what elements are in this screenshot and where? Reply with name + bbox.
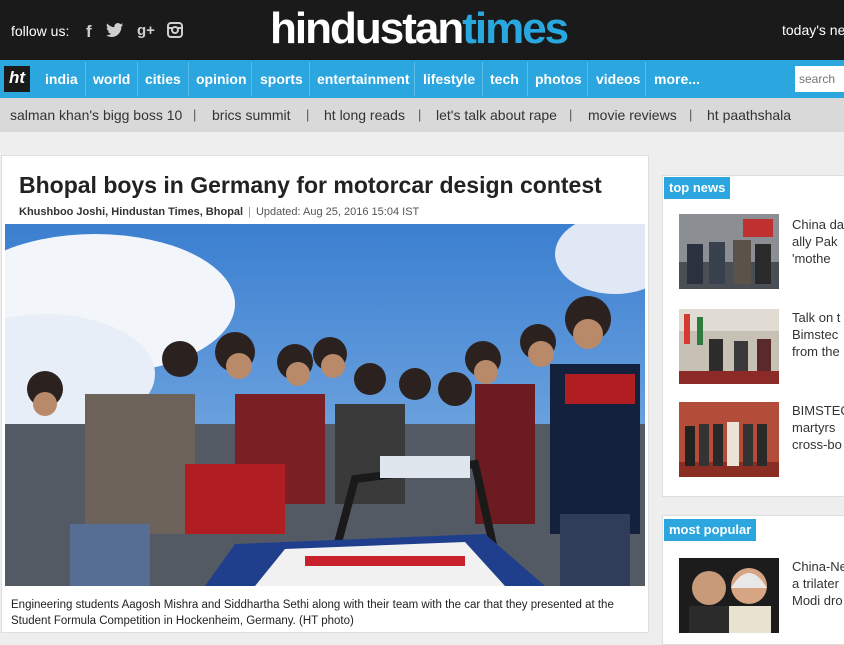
headline-line: a trilater (792, 576, 839, 591)
trending-link[interactable]: ht long reads (324, 107, 405, 123)
article-headline: Bhopal boys in Germany for motorcar desi… (19, 172, 602, 198)
headline-line: Bimstec (792, 327, 839, 342)
nav-item-world[interactable]: world (93, 71, 130, 87)
trending-link[interactable]: movie reviews (588, 107, 677, 123)
updated-timestamp: Updated: Aug 25, 2016 15:04 IST (255, 206, 420, 218)
top-news-headline[interactable]: BIMSTEC martyrs cross-bo (792, 402, 844, 453)
top-news-thumb[interactable] (679, 402, 779, 477)
headline-line: China da (792, 217, 844, 232)
nav-item-photos[interactable]: photos (535, 71, 582, 87)
trending-divider: | (306, 107, 310, 122)
trending-link[interactable]: salman khan's bigg boss 10 (10, 107, 182, 123)
top-news-headline[interactable]: Talk on t Bimstec from the (792, 309, 844, 360)
google-plus-icon[interactable]: g+ (137, 22, 155, 39)
trending-divider: | (569, 107, 573, 122)
nav-divider (251, 62, 252, 96)
article-photo (5, 224, 645, 586)
most-popular-thumb[interactable] (679, 558, 779, 633)
follow-us-label: follow us: (11, 23, 70, 39)
nav-divider (137, 62, 138, 96)
trending-link[interactable]: let's talk about rape (436, 107, 557, 123)
site-logo[interactable]: hindustantimes (270, 4, 569, 54)
nav-divider (527, 62, 528, 96)
top-news-title[interactable]: top news (664, 177, 731, 199)
headline-line: 'mothe (792, 251, 831, 266)
nav-divider (188, 62, 189, 96)
trending-divider: | (193, 107, 197, 122)
nav-item-sports[interactable]: sports (260, 71, 303, 87)
nav-divider (309, 62, 310, 96)
trending-link[interactable]: ht paathshala (707, 107, 791, 123)
top-news-headline[interactable]: China da ally Pak 'mothe (792, 216, 844, 267)
nav-item-more[interactable]: more... (654, 71, 700, 87)
most-popular-title[interactable]: most popular (664, 519, 757, 541)
headline-line: Talk on t (792, 310, 841, 325)
headline-line: China-Ne (792, 559, 844, 574)
nav-divider (645, 62, 646, 96)
facebook-icon[interactable]: f (86, 22, 92, 42)
most-popular-headline[interactable]: China-Ne a trilater Modi dro (792, 558, 844, 609)
headline-line: martyrs (792, 420, 836, 435)
nav-divider (482, 62, 483, 96)
headline-line: from the (792, 344, 840, 359)
home-button[interactable]: ht (4, 66, 30, 92)
trending-divider: | (418, 107, 422, 122)
headline-line: cross-bo (792, 437, 842, 452)
logo-text-hindustan: hindustan (270, 4, 464, 53)
headline-line: ally Pak (792, 234, 838, 249)
nav-divider (85, 62, 86, 96)
nav-item-videos[interactable]: videos (596, 71, 640, 87)
nav-item-lifestyle[interactable]: lifestyle (423, 71, 475, 87)
byline-divider: | (248, 206, 251, 218)
nav-item-cities[interactable]: cities (145, 71, 181, 87)
headline-line: Modi dro (792, 593, 843, 608)
top-news-thumb[interactable] (679, 214, 779, 289)
photo-caption: Engineering students Aagosh Mishra and S… (11, 599, 614, 627)
search-input[interactable] (795, 66, 844, 92)
trending-divider: | (689, 107, 693, 122)
nav-item-tech[interactable]: tech (490, 71, 519, 87)
logo-text-times: times (462, 4, 569, 53)
twitter-icon[interactable] (106, 22, 124, 43)
nav-item-entertainment[interactable]: entertainment (317, 71, 410, 87)
nav-divider (414, 62, 415, 96)
headline-line: BIMSTEC (792, 403, 844, 418)
author-link[interactable]: Khushboo Joshi, Hindustan Times, Bhopal (19, 206, 243, 218)
instagram-icon[interactable] (167, 22, 183, 43)
nav-item-opinion[interactable]: opinion (196, 71, 247, 87)
trending-link[interactable]: brics summit (212, 107, 291, 123)
nav-item-india[interactable]: india (45, 71, 78, 87)
article-byline: Khushboo Joshi, Hindustan Times, Bhopal |… (19, 206, 419, 218)
top-news-thumb[interactable] (679, 309, 779, 384)
nav-divider (587, 62, 588, 96)
todays-paper-link[interactable]: today's ne (782, 22, 844, 38)
